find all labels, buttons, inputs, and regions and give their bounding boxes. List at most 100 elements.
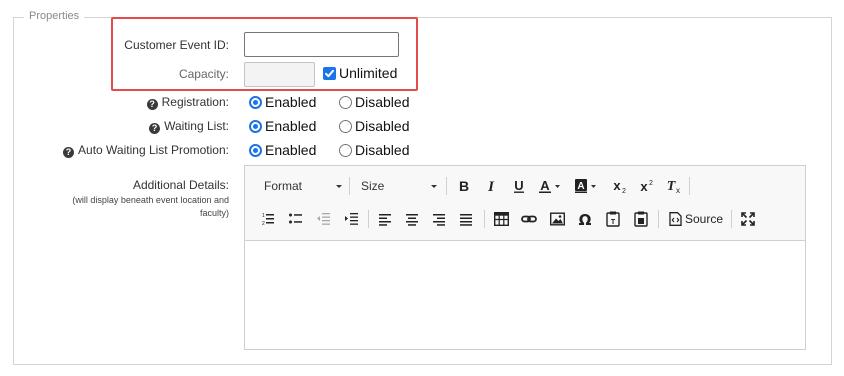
registration-enabled-label[interactable]: Enabled [265, 94, 316, 110]
auto-promotion-disabled-label[interactable]: Disabled [355, 142, 409, 158]
capacity-input[interactable] [244, 62, 315, 87]
justify-button[interactable] [456, 209, 476, 229]
customer-event-id-input[interactable] [244, 32, 399, 57]
toolbar-separator [446, 177, 447, 195]
auto-waiting-list-promotion-label: ? Auto Waiting List Promotion: [63, 143, 229, 158]
svg-text:1: 1 [262, 213, 265, 219]
align-left-icon [379, 214, 391, 226]
waiting-list-disabled-label[interactable]: Disabled [355, 118, 409, 134]
source-icon [668, 212, 682, 226]
decrease-indent-button[interactable] [313, 209, 333, 229]
table-icon [493, 212, 509, 226]
auto-promotion-disabled-radio[interactable] [339, 144, 352, 157]
numbered-list-icon: 12 [262, 213, 274, 226]
svg-text:2: 2 [262, 221, 265, 226]
additional-details-label: Additional Details: [132, 178, 229, 192]
source-label[interactable]: Source [685, 212, 723, 226]
superscript-icon: x2 [640, 179, 653, 193]
size-dropdown-label: Size [361, 179, 385, 193]
waiting-list-enabled-radio[interactable] [249, 120, 262, 133]
format-dropdown[interactable]: Format [264, 177, 342, 195]
waiting-list-disabled-radio[interactable] [339, 120, 352, 133]
svg-text:x: x [676, 186, 680, 193]
unlimited-checkbox[interactable] [323, 67, 336, 80]
bold-button[interactable]: B [454, 176, 474, 196]
size-dropdown[interactable]: Size [361, 177, 437, 195]
toolbar-separator [349, 177, 350, 195]
rich-text-editor: Format Size B I U A A x2 x2 Tx 1 2 Ω T S… [244, 165, 806, 350]
image-icon [549, 212, 565, 226]
text-color-icon: A [539, 179, 560, 193]
toolbar-separator [689, 177, 690, 195]
subscript-icon: x2 [613, 179, 626, 193]
paste-word-button[interactable] [631, 209, 651, 229]
background-color-icon: A [575, 179, 596, 193]
registration-enabled-radio[interactable] [249, 96, 262, 109]
align-left-button[interactable] [375, 209, 395, 229]
registration-disabled-label[interactable]: Disabled [355, 94, 409, 110]
auto-promotion-enabled-label[interactable]: Enabled [265, 142, 316, 158]
help-icon[interactable]: ? [149, 123, 161, 134]
chevron-down-icon [431, 185, 437, 188]
align-right-button[interactable] [429, 209, 449, 229]
decrease-indent-icon [317, 213, 330, 225]
subscript-button[interactable]: x2 [609, 176, 629, 196]
increase-indent-icon [345, 213, 358, 225]
svg-text:Ω: Ω [579, 212, 592, 226]
image-button[interactable] [547, 209, 567, 229]
remove-format-icon: Tx [667, 179, 680, 193]
align-right-icon [433, 214, 445, 226]
bulleted-list-button[interactable] [285, 209, 305, 229]
underline-icon: U [514, 179, 524, 193]
align-center-icon [406, 214, 418, 226]
toolbar-separator [658, 210, 659, 228]
editor-content-area[interactable] [245, 241, 805, 349]
svg-text:A: A [577, 181, 584, 192]
svg-text:x: x [640, 179, 648, 193]
registration-label-text: Registration: [161, 95, 229, 109]
svg-text:A: A [540, 179, 550, 193]
chevron-down-icon [336, 185, 342, 188]
help-icon[interactable]: ? [146, 99, 158, 110]
superscript-button[interactable]: x2 [636, 176, 656, 196]
link-button[interactable] [519, 209, 539, 229]
additional-details-note: (will display beneath event location and… [72, 195, 229, 218]
auto-waiting-list-promotion-label-text: Auto Waiting List Promotion: [78, 143, 229, 157]
svg-text:B: B [459, 179, 469, 193]
fieldset-legend: Properties [24, 10, 85, 22]
svg-text:x: x [613, 179, 621, 193]
table-button[interactable] [491, 209, 511, 229]
increase-indent-button[interactable] [341, 209, 361, 229]
svg-text:2: 2 [649, 180, 653, 187]
customer-event-id-label: Customer Event ID: [124, 38, 229, 52]
format-dropdown-label: Format [264, 179, 303, 193]
paste-word-icon [634, 211, 648, 227]
unlimited-label[interactable]: Unlimited [339, 65, 397, 81]
toolbar-separator [368, 210, 369, 228]
help-icon[interactable]: ? [63, 147, 75, 158]
italic-button[interactable]: I [481, 176, 501, 196]
bold-icon: B [459, 179, 469, 193]
special-character-button[interactable]: Ω [575, 209, 595, 229]
remove-format-button[interactable]: Tx [663, 176, 683, 196]
align-center-button[interactable] [402, 209, 422, 229]
source-button[interactable] [665, 209, 685, 229]
svg-text:I: I [487, 179, 495, 193]
italic-icon: I [487, 179, 495, 193]
toolbar-separator [731, 210, 732, 228]
maximize-button[interactable] [738, 209, 758, 229]
justify-icon [460, 214, 472, 226]
registration-disabled-radio[interactable] [339, 96, 352, 109]
waiting-list-label-text: Waiting List: [164, 119, 229, 133]
checkmark-icon [325, 69, 334, 78]
link-icon [521, 215, 537, 223]
text-color-button[interactable]: A [537, 176, 565, 196]
capacity-label: Capacity: [178, 67, 229, 81]
numbered-list-button[interactable]: 12 [257, 209, 277, 229]
underline-button[interactable]: U [509, 176, 529, 196]
background-color-button[interactable]: A [573, 176, 601, 196]
waiting-list-enabled-label[interactable]: Enabled [265, 118, 316, 134]
paste-text-button[interactable]: T [603, 209, 623, 229]
svg-text:T: T [611, 219, 616, 226]
auto-promotion-enabled-radio[interactable] [249, 144, 262, 157]
